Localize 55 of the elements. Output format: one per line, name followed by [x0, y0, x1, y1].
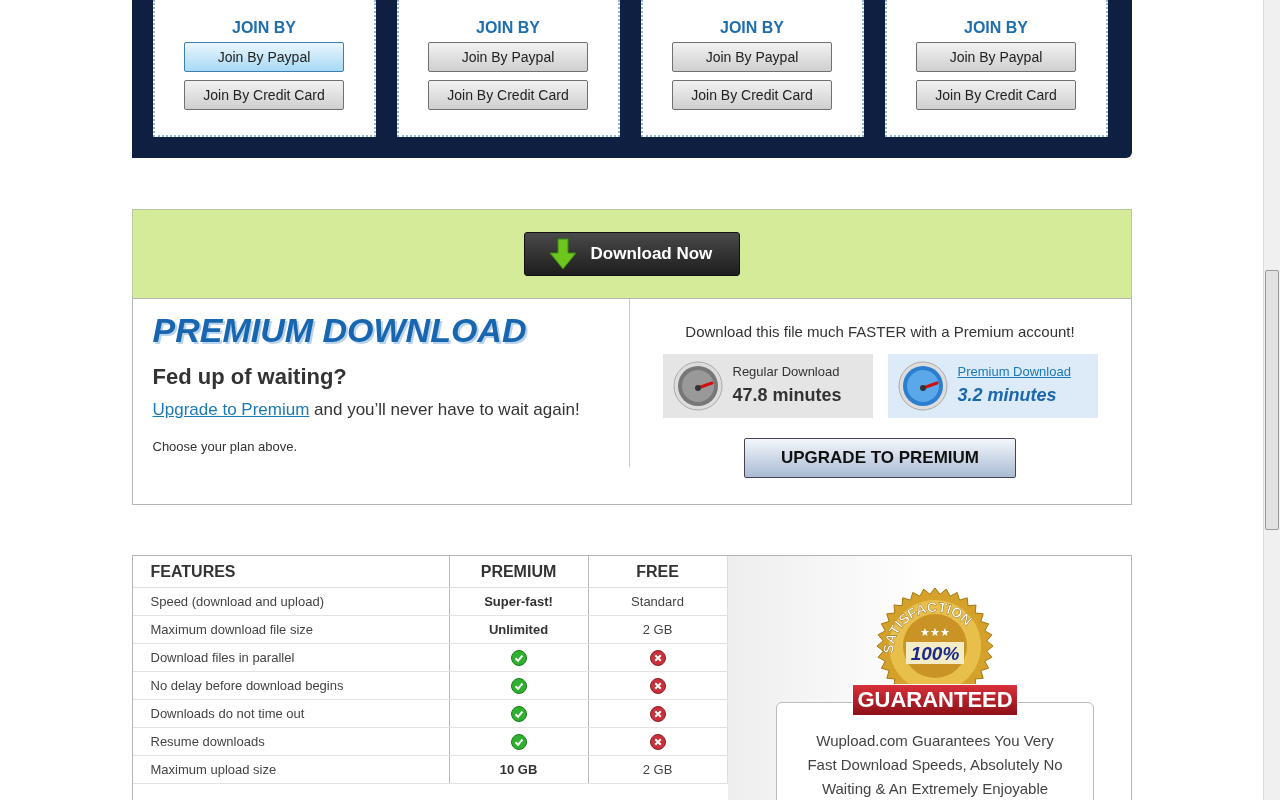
- guarantee-text: Wupload.com Guarantees You Very: [816, 731, 1054, 751]
- join-button[interactable]: Join By Credit Card: [184, 80, 344, 110]
- table-cell-text: 10 GB: [499, 760, 538, 779]
- join-button[interactable]: Join By Paypal: [916, 42, 1076, 72]
- speed-label: Regular Download: [732, 363, 841, 382]
- join-label: JOIN BY: [232, 20, 296, 36]
- scrollbar-thumb[interactable]: [1265, 270, 1279, 530]
- column-header: PREMIUM: [480, 561, 557, 582]
- feature-name: Maximum upload size: [150, 760, 277, 779]
- tagline: Download this file much FASTER with a Premium account!: [685, 322, 1075, 342]
- guarantee-text: Waiting & An Extremely Enjoyable: [821, 779, 1049, 799]
- join-button[interactable]: Join By Paypal: [672, 42, 832, 72]
- join-button[interactable]: Join By Paypal: [184, 42, 344, 72]
- speedometer-icon: [672, 360, 723, 411]
- cross-icon: [649, 705, 666, 722]
- join-label: JOIN BY: [720, 20, 784, 36]
- cross-icon: [649, 733, 666, 750]
- guarantee-text: Fast Download Speeds, Absolutely No: [807, 755, 1063, 775]
- join-button[interactable]: Join By Credit Card: [916, 80, 1076, 110]
- upgrade-link[interactable]: Upgrade to Premium: [152, 400, 310, 419]
- feature-name: Downloads do not time out: [150, 704, 305, 723]
- join-button[interactable]: Join By Paypal: [428, 42, 588, 72]
- table-cell-text: 2 GB: [642, 760, 673, 779]
- feature-name: No delay before download begins: [150, 676, 344, 695]
- table-cell-text: Super-fast!: [484, 592, 553, 611]
- join-button[interactable]: Join By Credit Card: [672, 80, 832, 110]
- table-cell-text: 2 GB: [642, 620, 673, 639]
- feature-name: Maximum download file size: [150, 620, 314, 639]
- download-time: 47.8 minutes: [732, 383, 842, 407]
- check-icon: [510, 677, 527, 694]
- download-now-button[interactable]: Download Now: [523, 232, 740, 276]
- speedometer-icon: [897, 360, 948, 411]
- feature-name: Download files in parallel: [150, 648, 295, 667]
- column-header: FREE: [636, 561, 679, 582]
- download-time: 3.2 minutes: [957, 383, 1058, 407]
- premium-download-link[interactable]: Premium Download: [957, 362, 1071, 382]
- feature-name: Speed (download and upload): [150, 592, 324, 611]
- check-icon: [510, 733, 527, 750]
- cross-icon: [649, 677, 666, 694]
- premium-title: PREMIUM DOWNLOAD: [152, 313, 528, 347]
- download-arrow-icon: [548, 238, 577, 270]
- upgrade-sentence: Upgrade to Premium and you’ll never have to wait again!: [152, 399, 581, 421]
- upgrade-button[interactable]: UPGRADE TO PREMIUM: [744, 437, 1016, 478]
- join-button[interactable]: Join By Credit Card: [428, 80, 588, 110]
- plan-note: Choose your plan above.: [152, 437, 299, 456]
- join-label: JOIN BY: [964, 20, 1028, 36]
- join-label: JOIN BY: [476, 20, 540, 36]
- cross-icon: [649, 649, 666, 666]
- column-header: FEATURES: [150, 561, 236, 582]
- table-cell-text: Unlimited: [488, 620, 549, 639]
- check-icon: [510, 705, 527, 722]
- check-icon: [510, 649, 527, 666]
- feature-name: Resume downloads: [150, 732, 265, 751]
- table-cell-text: Standard: [631, 592, 684, 611]
- heading: Fed up of waiting?: [152, 363, 348, 391]
